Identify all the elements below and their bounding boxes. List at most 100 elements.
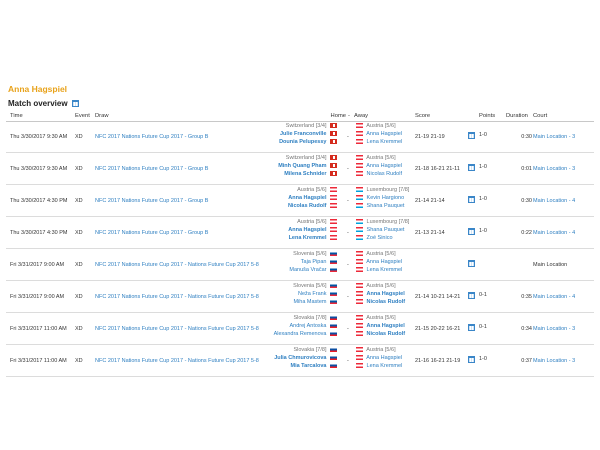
home-player-1[interactable]: Andrej Antoska (289, 323, 326, 329)
home-player-1[interactable]: Anna Hagspiel (288, 227, 326, 233)
away-team-name[interactable]: Austria (366, 251, 383, 257)
away-player-2[interactable]: Shana Pauquet (367, 203, 405, 209)
match-court[interactable]: Main Location - 4 (533, 230, 575, 237)
away-player-1[interactable]: Anna Hagspiel (366, 131, 402, 137)
calendar-icon[interactable] (468, 356, 475, 363)
match-draw-link[interactable]: NFC 2017 Nations Future Cup 2017 - Group… (95, 198, 208, 205)
home-player-2[interactable]: Alexandra Remenova (274, 331, 327, 337)
home-player-2[interactable]: Mia Tarcalova (290, 363, 326, 369)
match-points: 1-0 (468, 132, 487, 139)
calendar-icon[interactable] (468, 324, 475, 331)
header-home[interactable]: Home (331, 113, 346, 119)
match-court[interactable]: Main Location - 4 (533, 294, 575, 301)
away-team-name[interactable]: Austria (366, 347, 383, 353)
calendar-icon[interactable] (468, 132, 475, 139)
home-player-1[interactable]: Julie Franconville (280, 131, 326, 137)
calendar-icon[interactable] (468, 164, 475, 171)
home-team-name[interactable]: Switzerland (286, 123, 314, 129)
header-event[interactable]: Event (75, 113, 90, 119)
match-event[interactable]: XD (75, 134, 83, 141)
match-court[interactable]: Main Location - 3 (533, 166, 575, 173)
match-court[interactable]: Main Location - 3 (533, 134, 575, 141)
home-team-name[interactable]: Slovenia (293, 283, 314, 289)
home-team-name[interactable]: Switzerland (286, 155, 314, 161)
home-player-2[interactable]: Milena Schnider (284, 171, 326, 177)
match-event[interactable]: XD (75, 166, 83, 173)
header-points[interactable]: Points (479, 113, 495, 119)
home-player-1-flag-icon (330, 355, 337, 361)
header-time[interactable]: Time (10, 113, 23, 119)
away-team-name[interactable]: Luxembourg (367, 187, 398, 193)
match-event[interactable]: XD (75, 358, 83, 365)
away-player-1[interactable]: Anna Hagspiel (366, 355, 402, 361)
match-event[interactable]: XD (75, 230, 83, 237)
away-player-1[interactable]: Shana Pauquet (367, 227, 405, 233)
away-player-2[interactable]: Lena Kremmel (367, 267, 403, 273)
calendar-icon[interactable] (71, 100, 79, 107)
away-player-1[interactable]: Anna Hagspiel (367, 291, 405, 297)
header-court[interactable]: Court (533, 113, 547, 119)
away-player-2[interactable]: Nicolas Rudolf (367, 331, 406, 337)
home-player-1[interactable]: Julia Chmurovicova (274, 355, 326, 361)
away-player-2-flag-icon (356, 267, 363, 273)
match-draw-link[interactable]: NFC 2017 Nations Future Cup 2017 - Group… (95, 230, 208, 237)
home-player-2[interactable]: Nicolas Rudolf (288, 203, 327, 209)
match-event[interactable]: XD (75, 326, 83, 333)
match-draw-link[interactable]: NFC 2017 Nations Future Cup 2017 - Natio… (95, 294, 259, 301)
away-team-name[interactable]: Luxembourg (367, 219, 398, 225)
away-team-name[interactable]: Austria (366, 155, 383, 161)
home-team-name[interactable]: Slovakia (293, 315, 314, 321)
away-team-name[interactable]: Austria (366, 315, 383, 321)
match-draw-link[interactable]: NFC 2017 Nations Future Cup 2017 - Natio… (95, 326, 259, 333)
home-team-seed: [5/6] (315, 187, 327, 193)
match-court[interactable]: Main Location - 4 (533, 198, 575, 205)
home-player-2[interactable]: Lena Kremmel (289, 235, 327, 241)
away-team-name[interactable]: Austria (366, 283, 383, 289)
away-player-2[interactable]: Zoé Sinico (367, 235, 393, 241)
home-team-name[interactable]: Slovenia (293, 251, 314, 257)
match-court[interactable]: Main Location - 3 (533, 358, 575, 365)
home-team-name[interactable]: Slovakia (293, 347, 314, 353)
away-player-2-cell: Lena Kremmel (354, 139, 402, 146)
match-event[interactable]: XD (75, 262, 83, 269)
away-player-1[interactable]: Anna Hagspiel (367, 323, 405, 329)
away-player-2[interactable]: Lena Kremmel (367, 139, 403, 145)
home-team-name[interactable]: Austria (297, 219, 314, 225)
away-player-1-flag-icon (356, 291, 363, 297)
away-player-2[interactable]: Nicolas Rudolf (367, 299, 406, 305)
away-player-1[interactable]: Kevin Hargiono (367, 195, 405, 201)
home-player-1[interactable]: Taja Pipan (301, 259, 327, 265)
match-event[interactable]: XD (75, 198, 83, 205)
header-away[interactable]: Away (354, 113, 368, 119)
away-player-1[interactable]: Anna Hagspiel (366, 259, 402, 265)
away-player-2[interactable]: Nicolas Rudolf (367, 171, 402, 177)
calendar-icon[interactable] (468, 260, 475, 267)
home-team-name[interactable]: Austria (297, 187, 314, 193)
calendar-icon[interactable] (468, 196, 475, 203)
match-time: Fri 3/31/2017 11:00 AM (10, 326, 67, 332)
home-player-2[interactable]: Dounia Pelupessy (279, 139, 326, 145)
header-score[interactable]: Score (415, 113, 430, 119)
match-draw-link[interactable]: NFC 2017 Nations Future Cup 2017 - Group… (95, 134, 208, 141)
away-team-name[interactable]: Austria (366, 123, 383, 129)
home-player-2[interactable]: Miha Mastem (293, 299, 326, 305)
match-court[interactable]: Main Location - 3 (533, 326, 575, 333)
match-draw-link[interactable]: NFC 2017 Nations Future Cup 2017 - Natio… (95, 262, 259, 269)
home-team-seed: [5/6] (315, 219, 327, 225)
header-duration[interactable]: Duration (506, 113, 528, 119)
home-team-seed: [3/4] (315, 155, 327, 161)
away-player-2-flag-icon (356, 363, 363, 369)
home-player-1[interactable]: Minh Quang Pham (278, 163, 326, 169)
home-player-1[interactable]: Anna Hagspiel (288, 195, 326, 201)
calendar-icon[interactable] (468, 228, 475, 235)
header-draw[interactable]: Draw (95, 113, 109, 119)
away-player-1[interactable]: Anna Hagspiel (366, 163, 402, 169)
match-event[interactable]: XD (75, 294, 83, 301)
away-player-2-cell: Zoé Sinico (354, 235, 393, 242)
away-player-2[interactable]: Lena Kremmel (367, 363, 403, 369)
calendar-icon[interactable] (468, 292, 475, 299)
home-player-1[interactable]: Neža Frank (298, 291, 326, 297)
match-draw-link[interactable]: NFC 2017 Nations Future Cup 2017 - Natio… (95, 358, 259, 365)
home-player-2[interactable]: Manuša Vračar (289, 267, 326, 273)
match-draw-link[interactable]: NFC 2017 Nations Future Cup 2017 - Group… (95, 166, 208, 173)
